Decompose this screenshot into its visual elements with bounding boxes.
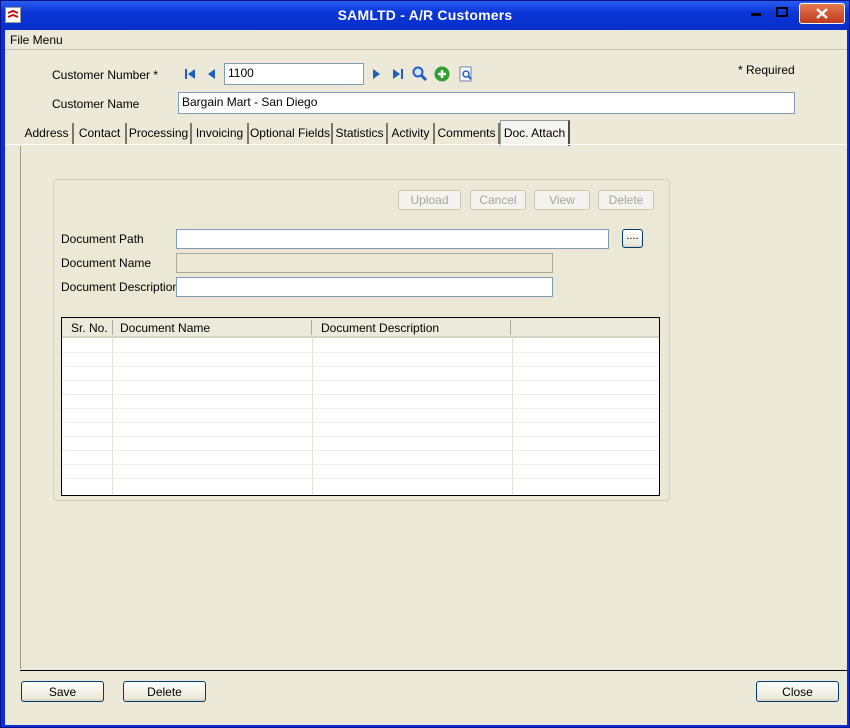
tab-address[interactable]: Address	[21, 123, 74, 145]
search-icon[interactable]	[412, 66, 428, 82]
column-separator[interactable]	[510, 320, 511, 335]
tab-divider	[5, 144, 847, 145]
tab-activity[interactable]: Activity	[388, 123, 435, 145]
grid-row-line	[62, 380, 659, 381]
required-note: * Required	[738, 63, 795, 77]
title-bar[interactable]: SAMLTD - A/R Customers	[1, 1, 849, 30]
cancel-button[interactable]: Cancel	[470, 190, 526, 210]
column-header-document-description[interactable]: Document Description	[321, 321, 439, 335]
menu-bar: File Menu	[5, 30, 847, 50]
last-record-icon[interactable]	[390, 66, 406, 82]
restore-icon[interactable]	[772, 3, 793, 24]
first-record-icon[interactable]	[182, 66, 198, 82]
close-button[interactable]: Close	[756, 681, 839, 702]
document-path-label: Document Path	[61, 232, 144, 246]
browse-button[interactable]: ....	[622, 229, 643, 248]
add-new-icon[interactable]	[434, 66, 450, 82]
close-icon[interactable]	[799, 3, 845, 24]
grid-row-line	[62, 366, 659, 367]
tab-optional-fields[interactable]: Optional Fields	[249, 123, 333, 145]
customer-name-input[interactable]: Bargain Mart - San Diego	[178, 92, 795, 114]
grid-row-line	[62, 408, 659, 409]
next-record-icon[interactable]	[368, 66, 384, 82]
delete-doc-button[interactable]: Delete	[598, 190, 654, 210]
grid-row-line	[62, 450, 659, 451]
tab-statistics[interactable]: Statistics	[333, 123, 388, 145]
grid-row-line	[62, 394, 659, 395]
minimize-icon[interactable]	[746, 3, 767, 24]
view-button[interactable]: View	[534, 190, 590, 210]
column-separator[interactable]	[311, 320, 312, 335]
documents-grid[interactable]: Sr. No. Document Name Document Descripti…	[61, 317, 660, 496]
document-description-input[interactable]	[176, 277, 553, 297]
app-window: SAMLTD - A/R Customers File Menu Custome…	[0, 0, 850, 728]
grid-row-line	[62, 352, 659, 353]
tab-comments[interactable]: Comments	[435, 123, 500, 145]
grid-row-line	[62, 422, 659, 423]
footer-divider	[20, 670, 847, 671]
customer-number-label: Customer Number *	[52, 68, 159, 82]
tab-doc-attach[interactable]: Doc. Attach	[500, 120, 570, 146]
delete-button[interactable]: Delete	[123, 681, 206, 702]
grid-row-line	[62, 436, 659, 437]
document-name-label: Document Name	[61, 256, 152, 270]
upload-button[interactable]: Upload	[398, 190, 461, 210]
window-title: SAMLTD - A/R Customers	[337, 7, 513, 23]
document-name-input	[176, 253, 553, 273]
document-description-label: Document Description	[61, 280, 180, 294]
grid-header: Sr. No. Document Name Document Descripti…	[62, 318, 659, 338]
previous-record-icon[interactable]	[204, 66, 220, 82]
column-separator[interactable]	[112, 320, 113, 335]
grid-column-line	[312, 338, 313, 495]
customer-number-input[interactable]: 1100	[224, 63, 364, 85]
grid-row-line	[62, 464, 659, 465]
column-header-sr-no[interactable]: Sr. No.	[71, 321, 108, 335]
save-button[interactable]: Save	[21, 681, 104, 702]
document-path-input[interactable]	[176, 229, 609, 249]
grid-column-line	[112, 338, 113, 495]
tab-contact[interactable]: Contact	[74, 123, 127, 145]
tab-processing[interactable]: Processing	[127, 123, 192, 145]
tab-invoicing[interactable]: Invoicing	[192, 123, 249, 145]
grid-column-line	[512, 338, 513, 495]
client-area: File Menu Customer Number * 1100 * Requi…	[5, 30, 847, 725]
preview-icon[interactable]	[458, 66, 474, 82]
column-header-document-name[interactable]: Document Name	[120, 321, 210, 335]
grid-row-line	[62, 478, 659, 479]
customer-name-label: Customer Name	[52, 97, 140, 111]
file-menu[interactable]: File Menu	[10, 33, 63, 47]
